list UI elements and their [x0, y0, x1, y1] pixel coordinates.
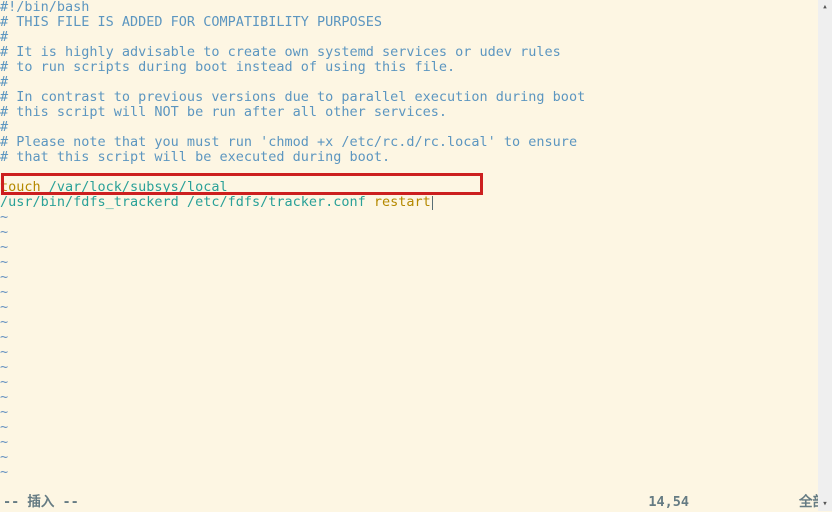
empty-line-tilde: ~ [0, 315, 832, 330]
empty-line-tilde: ~ [0, 450, 832, 465]
comment-text: # [0, 74, 8, 90]
scroll-up-arrow-icon[interactable]: ▴ [818, 0, 832, 14]
comment-text: #!/bin/bash [0, 0, 89, 15]
comment-text: # this script will NOT be run after all … [0, 104, 447, 120]
empty-line-tilde: ~ [0, 240, 832, 255]
vim-mode-indicator: -- 插入 -- [3, 495, 79, 511]
empty-line-tilde: ~ [0, 435, 832, 450]
empty-line-tilde: ~ [0, 465, 832, 480]
editor-line[interactable]: # THIS FILE IS ADDED FOR COMPATIBILITY P… [0, 15, 832, 30]
command-keyword: touch [0, 179, 41, 195]
editor-line[interactable]: touch /var/lock/subsys/local [0, 180, 832, 195]
empty-line-tilde: ~ [0, 270, 832, 285]
editor-line[interactable]: # [0, 75, 832, 90]
status-spacer [79, 495, 649, 511]
empty-line-tilde: ~ [0, 330, 832, 345]
editor-line[interactable]: # In contrast to previous versions due t… [0, 90, 832, 105]
empty-line-tilde: ~ [0, 210, 832, 225]
command-path: /var/lock/subsys/local [41, 179, 228, 195]
cursor-position: 14,54 [648, 495, 799, 511]
empty-line-tilde: ~ [0, 405, 832, 420]
comment-text: # Please note that you must run 'chmod +… [0, 134, 577, 150]
comment-text: # In contrast to previous versions due t… [0, 89, 585, 105]
vertical-scrollbar[interactable]: ▴ ▾ [818, 0, 832, 511]
editor-line[interactable]: /usr/bin/fdfs_trackerd /etc/fdfs/tracker… [0, 195, 832, 210]
scrollbar-trough[interactable] [818, 14, 832, 497]
editor-line[interactable]: # [0, 120, 832, 135]
empty-line-tilde: ~ [0, 255, 832, 270]
scroll-down-arrow-icon[interactable]: ▾ [818, 497, 832, 511]
editor-line[interactable]: # that this script will be executed duri… [0, 150, 832, 165]
empty-line-tilde: ~ [0, 420, 832, 435]
empty-line-tilde: ~ [0, 225, 832, 240]
command-path: /usr/bin/fdfs_trackerd /etc/fdfs/tracker… [0, 194, 374, 210]
comment-text: # that this script will be executed duri… [0, 149, 390, 165]
comment-text: # to run scripts during boot instead of … [0, 59, 455, 75]
command-keyword: restart [374, 194, 431, 210]
empty-line-tilde: ~ [0, 300, 832, 315]
empty-line-tilde: ~ [0, 345, 832, 360]
comment-text: # THIS FILE IS ADDED FOR COMPATIBILITY P… [0, 14, 382, 30]
empty-line-tilde: ~ [0, 285, 832, 300]
empty-line-tilde: ~ [0, 360, 832, 375]
comment-text: # It is highly advisable to create own s… [0, 44, 561, 60]
editor-line[interactable]: #!/bin/bash [0, 0, 832, 15]
vim-status-bar: -- 插入 -- 14,54 全部 [0, 495, 832, 511]
editor-viewport[interactable]: #!/bin/bash# THIS FILE IS ADDED FOR COMP… [0, 0, 832, 480]
editor-line[interactable]: # Please note that you must run 'chmod +… [0, 135, 832, 150]
text-cursor [432, 196, 433, 210]
editor-line[interactable]: # [0, 30, 832, 45]
editor-line[interactable]: # to run scripts during boot instead of … [0, 60, 832, 75]
editor-line[interactable] [0, 165, 832, 180]
empty-line-tilde: ~ [0, 375, 832, 390]
empty-line-tilde: ~ [0, 390, 832, 405]
comment-text: # [0, 29, 8, 45]
editor-line[interactable]: # It is highly advisable to create own s… [0, 45, 832, 60]
editor-line[interactable]: # this script will NOT be run after all … [0, 105, 832, 120]
comment-text: # [0, 119, 8, 135]
